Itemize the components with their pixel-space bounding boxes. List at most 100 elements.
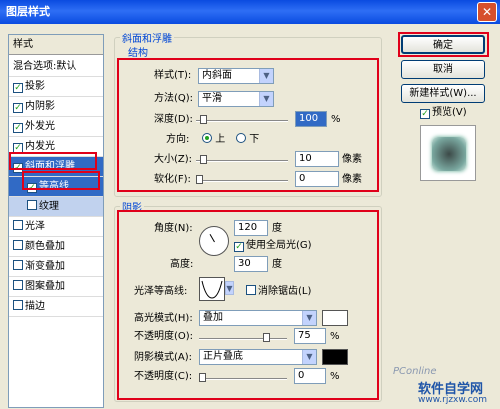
- soften-slider[interactable]: [196, 175, 288, 184]
- checkbox-icon[interactable]: ✓: [13, 83, 23, 93]
- checkbox-icon[interactable]: ✓: [13, 123, 23, 133]
- highlight-color-swatch[interactable]: [322, 310, 348, 326]
- style-item-gradient-overlay[interactable]: 渐变叠加: [9, 257, 103, 277]
- style-item-blending-options[interactable]: 混合选项:默认: [9, 57, 103, 77]
- style-list: 样式 混合选项:默认 ✓ 投影 ✓ 内阴影 ✓ 外发光 ✓ 内发光 ✓ 斜面和浮雕 ✓ 等高…: [8, 34, 104, 408]
- anti-alias-checkbox[interactable]: 消除锯齿(L): [246, 285, 311, 299]
- technique-select-value: 平滑: [202, 93, 222, 104]
- size-unit: 像素: [342, 154, 362, 165]
- style-item-texture[interactable]: 纹理: [9, 197, 103, 217]
- anti-alias-label: 消除锯齿(L): [258, 286, 312, 297]
- size-input[interactable]: 10: [295, 151, 339, 167]
- style-item-satin[interactable]: 光泽: [9, 217, 103, 237]
- highlight-opacity-unit: %: [330, 331, 340, 342]
- checkbox-icon[interactable]: ✓: [234, 242, 244, 252]
- highlight-mode-value: 叠加: [203, 312, 223, 323]
- style-item-stroke[interactable]: 描边: [9, 297, 103, 317]
- highlight-opacity-input[interactable]: 75: [294, 328, 326, 344]
- size-slider-thumb[interactable]: [200, 155, 207, 164]
- style-select-value: 内斜面: [202, 70, 232, 81]
- style-item-label: 内发光: [25, 141, 55, 152]
- checkbox-icon[interactable]: [13, 240, 23, 250]
- direction-down-label: 下: [249, 134, 260, 145]
- style-item-color-overlay[interactable]: 颜色叠加: [9, 237, 103, 257]
- style-label: 样式(T):: [154, 70, 192, 81]
- checkbox-icon[interactable]: [27, 200, 37, 210]
- shadow-opacity-input[interactable]: 0: [294, 368, 326, 384]
- technique-label: 方法(Q):: [154, 93, 194, 104]
- preview-thumbnail: [420, 125, 476, 181]
- direction-up-radio[interactable]: 上: [202, 133, 225, 147]
- angle-input[interactable]: 120: [234, 220, 268, 236]
- technique-select[interactable]: 平滑 ▼: [198, 91, 274, 107]
- radio-icon[interactable]: [202, 133, 212, 143]
- contour-curve-icon: [201, 280, 223, 299]
- checkbox-icon[interactable]: [13, 220, 23, 230]
- shadow-mode-label: 阴影模式(A):: [134, 352, 193, 363]
- cancel-button[interactable]: 取消: [401, 60, 485, 79]
- new-style-button[interactable]: 新建样式(W)...: [401, 84, 485, 103]
- soften-unit: 像素: [342, 174, 362, 185]
- soften-slider-thumb[interactable]: [196, 175, 203, 184]
- style-item-label: 描边: [25, 301, 45, 312]
- depth-input[interactable]: 100: [295, 111, 327, 127]
- shadow-mode-select[interactable]: 正片叠底 ▼: [199, 349, 317, 365]
- size-label: 大小(Z):: [154, 154, 193, 165]
- depth-slider-thumb[interactable]: [200, 115, 207, 124]
- shadow-color-swatch[interactable]: [322, 349, 348, 365]
- highlight-opacity-slider[interactable]: [199, 333, 287, 342]
- checkbox-icon[interactable]: ✓: [420, 109, 430, 119]
- soften-input[interactable]: 0: [295, 171, 339, 187]
- chevron-down-icon: ▼: [302, 350, 316, 364]
- direction-down-radio[interactable]: 下: [236, 133, 259, 147]
- gloss-contour-picker[interactable]: [199, 277, 225, 301]
- style-item-label: 图案叠加: [25, 281, 65, 292]
- chevron-down-icon: ▼: [259, 69, 273, 83]
- style-item-label: 内阴影: [25, 101, 55, 112]
- highlight-box-bevel: [9, 152, 97, 170]
- direction-up-label: 上: [215, 134, 226, 145]
- shadow-opacity-thumb[interactable]: [199, 373, 206, 382]
- highlight-box-contour: [22, 171, 100, 190]
- style-item-label: 光泽: [25, 221, 45, 232]
- style-list-header: 样式: [9, 35, 103, 55]
- style-item-label: 纹理: [39, 201, 59, 212]
- style-item-drop-shadow[interactable]: ✓ 投影: [9, 77, 103, 97]
- layer-style-dialog: 图层样式 ✕ 样式 混合选项:默认 ✓ 投影 ✓ 内阴影 ✓ 外发光 ✓ 内发光 ✓ 斜面…: [0, 0, 500, 409]
- style-item-pattern-overlay[interactable]: 图案叠加: [9, 277, 103, 297]
- highlight-opacity-thumb[interactable]: [263, 333, 270, 342]
- highlight-mode-select[interactable]: 叠加 ▼: [199, 310, 317, 326]
- preview-checkbox[interactable]: ✓ 预览(V): [420, 107, 467, 119]
- radio-icon[interactable]: [236, 133, 246, 143]
- direction-label: 方向:: [166, 134, 190, 145]
- close-button[interactable]: ✕: [477, 2, 497, 22]
- highlight-box-ok: [398, 32, 489, 57]
- chevron-down-icon[interactable]: ▼: [225, 281, 234, 295]
- structure-title: 结构: [126, 44, 150, 59]
- checkbox-icon[interactable]: [13, 300, 23, 310]
- style-item-inner-shadow[interactable]: ✓ 内阴影: [9, 97, 103, 117]
- title-bar[interactable]: 图层样式 ✕: [0, 0, 500, 24]
- checkbox-icon[interactable]: ✓: [13, 103, 23, 113]
- checkbox-icon[interactable]: [246, 285, 256, 295]
- checkbox-icon[interactable]: [13, 260, 23, 270]
- window-title: 图层样式: [6, 5, 50, 18]
- checkbox-icon[interactable]: [13, 280, 23, 290]
- style-item-label: 投影: [25, 81, 45, 92]
- depth-slider[interactable]: [196, 115, 288, 124]
- altitude-label: 高度:: [170, 259, 194, 270]
- global-light-checkbox[interactable]: ✓ 使用全局光(G): [234, 239, 312, 253]
- preview-shape: [432, 137, 466, 171]
- size-slider[interactable]: [196, 155, 288, 164]
- angle-label: 角度(N):: [154, 223, 193, 234]
- style-item-label: 渐变叠加: [25, 261, 65, 272]
- angle-unit: 度: [272, 223, 282, 234]
- angle-dial[interactable]: [199, 226, 229, 256]
- shadow-opacity-slider[interactable]: [199, 373, 287, 382]
- chevron-down-icon: ▼: [259, 92, 273, 106]
- style-item-outer-glow[interactable]: ✓ 外发光: [9, 117, 103, 137]
- style-item-label: 混合选项:默认: [13, 61, 77, 72]
- style-select[interactable]: 内斜面 ▼: [198, 68, 274, 84]
- altitude-input[interactable]: 30: [234, 256, 268, 272]
- depth-unit: %: [331, 114, 341, 125]
